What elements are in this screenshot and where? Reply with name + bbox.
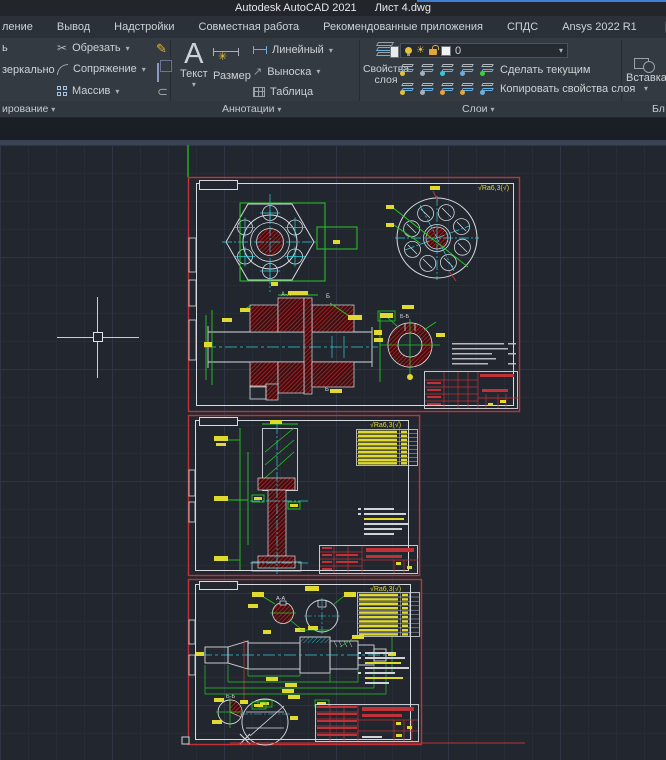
tech-notes-2	[358, 508, 408, 535]
grip-handle[interactable]	[182, 737, 189, 744]
section-label-bb-3: Б-Б	[226, 694, 235, 700]
title-block-2	[320, 546, 419, 574]
flange-bolt-view[interactable]	[386, 186, 479, 281]
roughness-mark: √Ra6,3(√)	[370, 421, 401, 429]
coupling-section-view[interactable]	[204, 291, 382, 400]
autocad-window: Autodesk AutoCAD 2021 Лист 4.dwg ление В…	[0, 0, 666, 760]
ring-section-view[interactable]: Б-Б	[374, 305, 445, 380]
sheet-2-wheel[interactable]: √Ra6,3(√)	[189, 416, 420, 576]
shaft-section-b[interactable]	[212, 698, 244, 728]
shaft-section-c[interactable]	[240, 699, 298, 745]
tech-notes	[452, 343, 516, 365]
sheet-3-shaft[interactable]: √Ra6,3(√)	[182, 580, 525, 746]
tech-notes-3	[358, 652, 409, 684]
flange-front-view[interactable]	[222, 194, 357, 292]
drawing-sheets[interactable]: √Ra6,3(√)	[0, 0, 666, 760]
roughness-mark: √Ra6,3(√)	[370, 585, 401, 593]
wheel-section-view[interactable]	[214, 420, 310, 574]
section-label-b-top: Б	[326, 294, 330, 300]
section-label-bb: Б-Б	[400, 314, 409, 320]
parameter-table-2	[357, 430, 418, 466]
title-block-1	[425, 372, 519, 409]
crosshair-pickbox	[93, 332, 103, 342]
sheet-1-coupling[interactable]: √Ra6,3(√)	[189, 178, 520, 412]
title-block-3	[316, 705, 419, 742]
roughness-mark: √Ra6,3(√)	[478, 184, 509, 192]
section-label-b-bottom: Б	[325, 387, 329, 393]
